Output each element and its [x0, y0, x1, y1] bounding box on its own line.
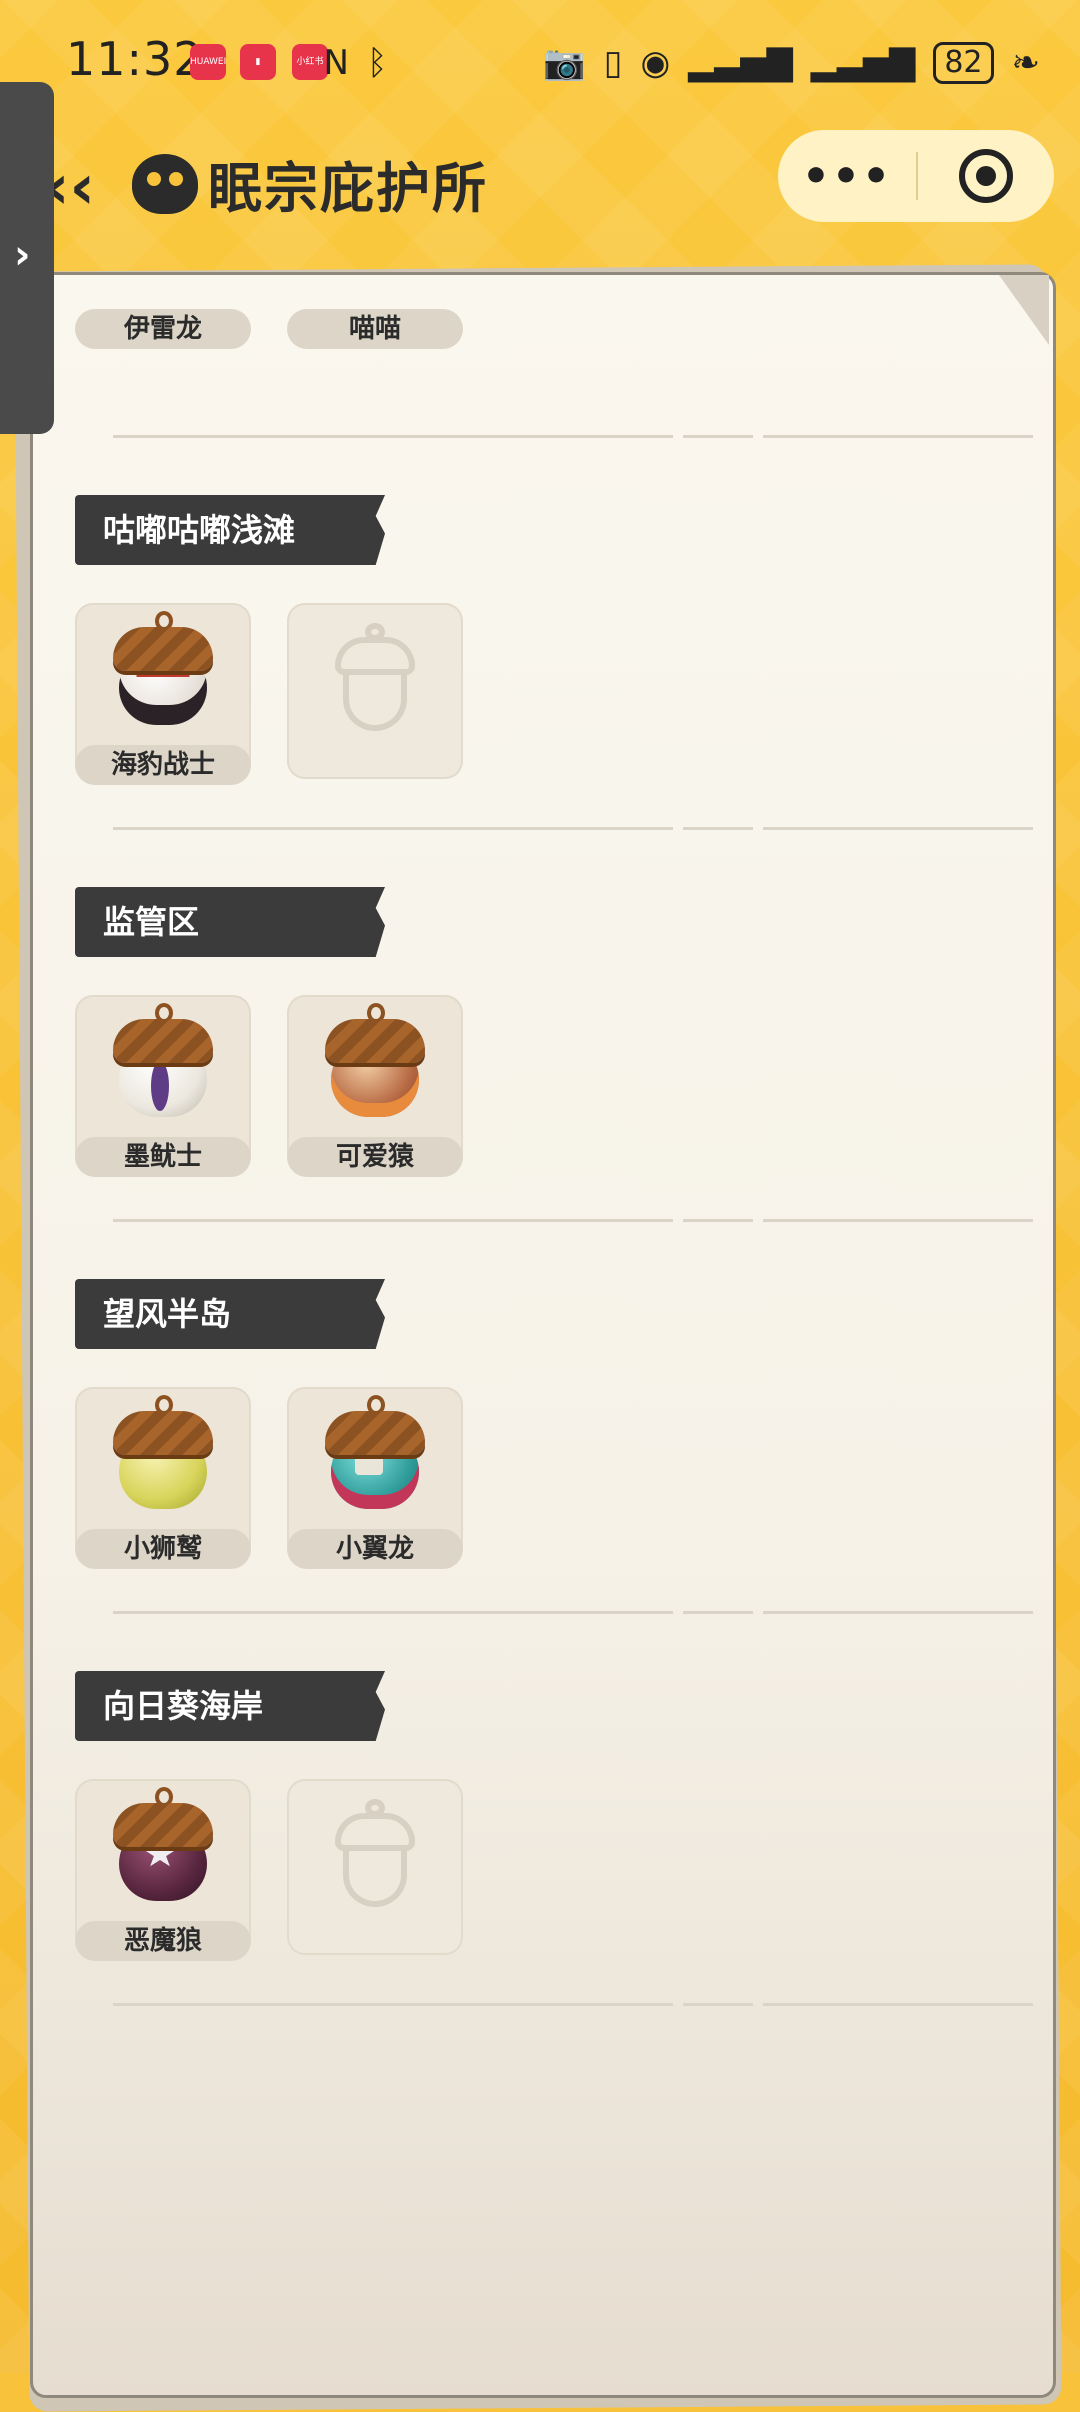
empty-acorn-icon	[329, 623, 421, 743]
hotspot-icon: ◉	[640, 43, 671, 83]
section-divider	[113, 827, 1033, 830]
acorn-icon	[325, 1001, 425, 1121]
vibrate-icon: ▯	[603, 43, 623, 83]
nfc-icon: N	[323, 43, 349, 83]
pet-card[interactable]: 可爱猿	[287, 995, 463, 1177]
battery-indicator: 82	[933, 42, 994, 84]
card-name: 喵喵	[287, 309, 463, 349]
pet-card[interactable]: 海豹战士	[75, 603, 251, 785]
acorn-icon	[113, 1785, 213, 1905]
page-title: 眠宗庇护所	[208, 157, 488, 220]
acorn-icon	[325, 1393, 425, 1513]
section-divider	[113, 1611, 1033, 1614]
paper-fold	[999, 275, 1049, 345]
title-group: 眠宗庇护所	[132, 144, 488, 223]
section-banner: 向日葵海岸	[75, 1671, 385, 1741]
section-cards: 海豹战士	[75, 603, 463, 785]
status-icons: N ᛒ 📷 ▯ ◉ ▂▃▅▇ ▂▃▅▇ 82 ❧	[324, 38, 1040, 88]
empty-slot	[287, 1779, 463, 1955]
empty-slot	[287, 603, 463, 779]
status-time: 11:32	[66, 32, 204, 86]
close-button[interactable]	[918, 149, 1054, 203]
acorn-icon	[113, 1393, 213, 1513]
card-name: 伊雷龙	[75, 309, 251, 349]
more-button[interactable]: •••	[778, 151, 916, 202]
card-name: 小翼龙	[287, 1529, 463, 1569]
card-name: 墨鱿士	[75, 1137, 251, 1177]
section-banner: 监管区	[75, 887, 385, 957]
partial-card-1[interactable]: 伊雷龙	[75, 305, 251, 355]
section-divider	[113, 2003, 1033, 2006]
signal-2-icon: ▂▃▅▇	[810, 43, 916, 83]
section-divider	[113, 1219, 1033, 1222]
section-cards: 墨鱿士 可爱猿	[75, 995, 463, 1177]
chevron-right-icon: ›	[14, 232, 31, 278]
card-name: 海豹战士	[75, 745, 251, 785]
partial-card-2[interactable]: 喵喵	[287, 305, 463, 355]
pet-card[interactable]: 恶魔狼	[75, 1779, 251, 1961]
acorn-icon	[113, 1001, 213, 1121]
leaf-icon: ❧	[1011, 43, 1041, 83]
reader-badge-icon: ▮	[240, 44, 276, 80]
side-drawer-handle[interactable]: ›	[0, 82, 54, 434]
card-name: 可爱猿	[287, 1137, 463, 1177]
content-panel: 伊雷龙 喵喵 咕嘟咕嘟浅滩 海豹战士 监管区 墨鱿士 可爱猿 望风半岛 小狮鹫 …	[30, 272, 1056, 2398]
section-banner: 咕嘟咕嘟浅滩	[75, 495, 385, 565]
camera-icon: 📷	[543, 43, 586, 83]
section-divider	[113, 435, 1033, 438]
empty-acorn-icon	[329, 1799, 421, 1919]
pet-card[interactable]: 小狮鹫	[75, 1387, 251, 1569]
acorn-icon	[113, 609, 213, 729]
app-header: ‹‹ 眠宗庇护所 •••	[0, 130, 1080, 230]
pet-card[interactable]: 小翼龙	[287, 1387, 463, 1569]
section-cards: 恶魔狼	[75, 1779, 463, 1961]
target-icon	[959, 149, 1013, 203]
huawei-badge-icon: HUAWEI	[190, 44, 226, 80]
pet-card[interactable]: 墨鱿士	[75, 995, 251, 1177]
status-bar: 11:32 HUAWEI ▮ 小红书 N ᛒ 📷 ▯ ◉ ▂▃▅▇ ▂▃▅▇ 8…	[0, 0, 1080, 120]
miniapp-capsule: •••	[778, 130, 1054, 222]
signal-1-icon: ▂▃▅▇	[688, 43, 793, 83]
bluetooth-icon: ᛒ	[366, 43, 388, 83]
card-name: 小狮鹫	[75, 1529, 251, 1569]
section-cards: 小狮鹫 小翼龙	[75, 1387, 463, 1569]
mascot-icon	[132, 153, 198, 214]
card-name: 恶魔狼	[75, 1921, 251, 1961]
section-banner: 望风半岛	[75, 1279, 385, 1349]
